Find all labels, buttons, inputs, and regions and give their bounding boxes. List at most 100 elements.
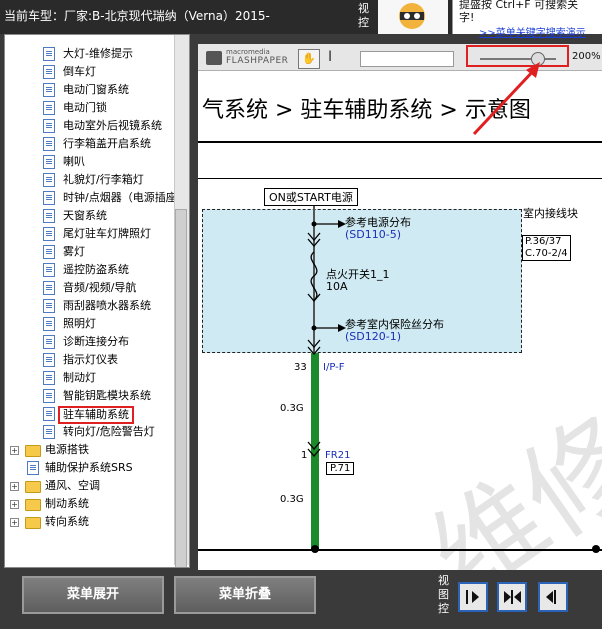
expand-plus-icon[interactable]: + [10,500,19,509]
tree-item[interactable]: 遥控防盗系统 [5,261,173,279]
find-input[interactable] [360,51,454,67]
tree-item[interactable]: 辅助保护系统SRS [5,459,173,477]
document-icon [43,317,55,331]
junction-pin-box: P.36/37 C.70-2/4 [522,235,571,261]
tree-item[interactable]: 诊断连接分布 [5,333,173,351]
expand-plus-icon[interactable]: + [10,482,19,491]
tree-item[interactable]: 雨刮器喷水器系统 [5,297,173,315]
sd110-link[interactable]: (SD110-5) [345,228,401,241]
connector-ipf-label: I/P-F [323,362,345,373]
tree-item-label: 照明灯 [63,317,96,330]
current-model-title: 当前车型：厂家:B-北京现代瑞纳（Verna）2015- [4,9,270,23]
tree-item-label: 转向灯/危险警告灯 [63,425,155,438]
tree-item-label: 转向系统 [45,515,89,528]
tree-item[interactable]: 倒车灯 [5,63,173,81]
folder-icon [25,481,41,493]
wire-gauge-label: 0.3G [280,403,304,414]
flashpaper-logo-icon [206,51,222,65]
tree-item[interactable]: 指示灯仪表 [5,351,173,369]
on-start-power-label: ON或START电源 [264,188,358,206]
document-icon [43,191,55,205]
tree-item[interactable]: 礼貌灯/行李箱灯 [5,171,173,189]
tree-item[interactable]: 智能钥匙模块系统 [5,387,173,405]
text-select-icon[interactable]: I [328,49,332,65]
document-icon [43,353,55,367]
document-icon [43,245,55,259]
document-icon [43,47,55,61]
show-menu-button[interactable] [458,582,488,612]
tree-item[interactable]: 音频/视频/导航 [5,279,173,297]
tree-item[interactable]: 电动门锁 [5,99,173,117]
tree-folder[interactable]: + 转向系统 [5,513,173,531]
tree-item-label: 行李箱盖开启系统 [63,137,151,150]
tree-item[interactable]: 制动灯 [5,369,173,387]
document-icon [43,101,55,115]
document-icon [43,173,55,187]
hand-tool-icon[interactable]: ✋ [298,49,320,69]
tree-item-label: 倒车灯 [63,65,96,78]
tree-item-label: 雾灯 [63,245,85,258]
tree-item-label: 电源搭铁 [45,443,89,456]
pin-number: 1 [301,450,308,461]
tree-item-label: 制动系统 [45,497,89,510]
tree-item-label: 电动室外后视镜系统 [63,119,162,132]
tree-item[interactable]: 照明灯 [5,315,173,333]
tree-item-label: 音频/视频/导航 [63,281,137,294]
tree-item[interactable]: 大灯-维修提示 [5,45,173,63]
search-tip-text: 提盛按 Ctrl+F 可搜索关 字! [459,0,579,24]
tree-item[interactable]: 雾灯 [5,243,173,261]
search-demo-link[interactable]: >>菜单关键字搜索演示 [479,24,586,39]
hide-menu-button[interactable] [538,582,568,612]
document-icon [43,371,55,385]
tree-item[interactable]: 喇叭 [5,153,173,171]
tree-item-label: 遥控防盗系统 [63,263,129,276]
tree-folder[interactable]: + 制动系统 [5,495,173,513]
document-icon [43,263,55,277]
junction-block-label: 室内接线块 [523,207,578,220]
tree-item-label: 电动门锁 [63,101,107,114]
document-icon [43,407,55,421]
view-control-label: 视控 [358,2,369,29]
tree-folder[interactable]: + 电源搭铁 [5,441,173,459]
tree-item[interactable]: 转向灯/危险警告灯 [5,423,173,441]
tree-item-label: 驻车辅助系统 [58,406,134,424]
tree-item-label: 诊断连接分布 [63,335,129,348]
tree-item[interactable]: 电动室外后视镜系统 [5,117,173,135]
tree-item[interactable]: 时钟/点烟器（电源插座 [5,189,177,207]
tree-scrollbar-thumb[interactable] [175,209,187,567]
pin-ref-b: C.70-2/4 [525,248,568,259]
tree-item-selected[interactable]: 驻车辅助系统 [5,405,173,424]
tree-item[interactable]: 电动门窗系统 [5,81,173,99]
expand-plus-icon[interactable]: + [10,446,19,455]
zoom-level: 200% [572,51,601,62]
mascot-logo-icon [378,0,448,34]
tree-item-label: 时钟/点烟器（电源插座 [63,191,177,204]
tree-item-label: 天窗系统 [63,209,107,222]
document-icon [43,299,55,313]
document-icon [43,119,55,133]
pin-number: 33 [294,362,307,373]
document-icon [43,137,55,151]
tree-item-label: 喇叭 [63,155,85,168]
page-ref-box: P.71 [326,462,355,475]
document-icon [43,65,55,79]
tree-item-label: 通风、空调 [45,479,100,492]
sd120-link[interactable]: (SD120-1) [345,330,401,343]
view-control-label: 视图控 [438,574,449,615]
logo-vendor: macromedia [226,48,270,56]
tree-item[interactable]: 行李箱盖开启系统 [5,135,173,153]
wire-gauge-label: 0.3G [280,494,304,505]
tree-item[interactable]: 尾灯驻车灯牌照灯 [5,225,173,243]
split-view-button[interactable] [497,582,527,612]
tree-folder[interactable]: + 通风、空调 [5,477,173,495]
expand-plus-icon[interactable]: + [10,518,19,527]
document-icon [43,335,55,349]
tree-item[interactable]: 天窗系统 [5,207,173,225]
logo-product: FLASHPAPER [226,56,289,66]
wire-node [592,545,600,553]
menu-collapse-button[interactable]: 菜单折叠 [174,576,316,614]
menu-tree: 大灯-维修提示倒车灯电动门窗系统电动门锁电动室外后视镜系统 行李箱盖开启系统 喇叭礼… [4,34,190,568]
menu-expand-button[interactable]: 菜单展开 [22,576,164,614]
search-tip-panel: 提盛按 Ctrl+F 可搜索关 字! >>菜单关键字搜索演示 [452,0,602,39]
wire-node [311,545,319,553]
